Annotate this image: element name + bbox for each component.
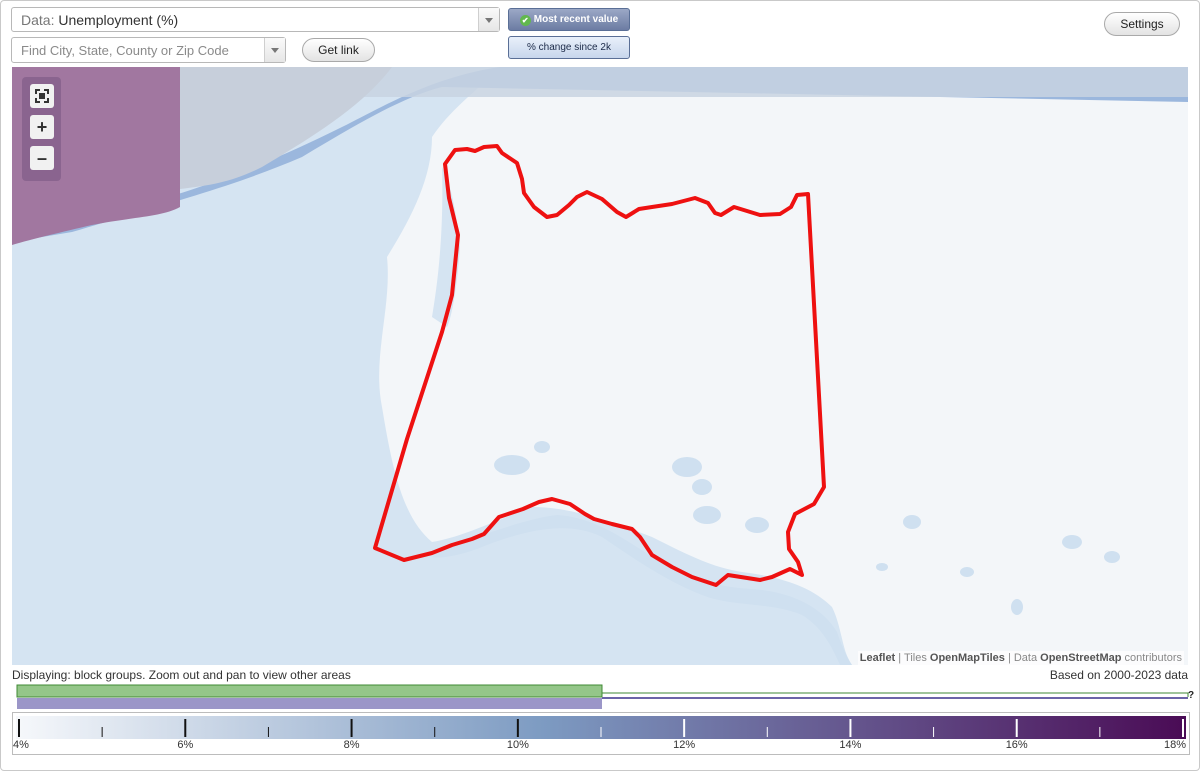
search-dropdown-icon[interactable] <box>264 38 285 62</box>
lake <box>876 563 888 571</box>
lake <box>903 515 921 529</box>
legend-gradient <box>16 716 1186 739</box>
map-tiles <box>12 67 1188 665</box>
search-input[interactable] <box>12 38 266 62</box>
zoom-control: + – <box>22 77 61 181</box>
checkmark-icon: ✔ <box>519 15 531 26</box>
lake <box>745 517 769 533</box>
lake <box>672 457 702 477</box>
openstreetmap-link[interactable]: OpenStreetMap <box>1040 652 1121 664</box>
settings-button[interactable]: Settings <box>1104 12 1180 36</box>
legend-tick-label: 14% <box>839 739 862 751</box>
distribution-green-bar <box>16 684 603 698</box>
attribution-sep-1: | Tiles <box>898 652 927 664</box>
lake <box>1011 599 1023 615</box>
chevron-down-icon[interactable] <box>478 8 499 31</box>
legend-tick-label: 4% <box>13 739 29 751</box>
lake <box>1062 535 1082 549</box>
unknown-marker: ? <box>1188 690 1194 701</box>
lake <box>960 567 974 577</box>
lake <box>693 506 721 524</box>
legend-tick-label: 6% <box>177 739 194 751</box>
lake <box>534 441 550 453</box>
legend-tick-label: 18% <box>1163 739 1186 751</box>
displaying-text: Displaying: block groups. Zoom out and p… <box>12 668 351 682</box>
most-recent-label: Most recent value <box>533 14 619 25</box>
legend-tick-label: 8% <box>343 739 360 751</box>
zoom-out-button[interactable]: – <box>30 146 54 170</box>
distribution-purple-bar <box>17 698 602 709</box>
map-view[interactable]: + – Leaflet | Tiles OpenMapTiles | Data … <box>12 67 1188 665</box>
map-attribution: Leaflet | Tiles OpenMapTiles | Data Open… <box>857 651 1184 665</box>
data-selected: Unemployment (%) <box>58 12 179 28</box>
data-prefix: Data: <box>21 12 55 28</box>
fullscreen-icon <box>35 89 49 103</box>
zoom-in-button[interactable]: + <box>30 115 54 139</box>
leaflet-link[interactable]: Leaflet <box>860 652 895 664</box>
lake <box>494 455 530 475</box>
lake <box>1104 551 1120 563</box>
lake <box>692 479 712 495</box>
data-selector[interactable]: Data: Unemployment (%) <box>11 7 500 32</box>
data-selector-text: Data: Unemployment (%) <box>21 12 178 28</box>
distribution-green-line <box>602 692 1189 697</box>
percent-change-button[interactable]: % change since 2k <box>508 36 630 59</box>
based-on-text: Based on 2000-2023 data <box>1049 668 1188 682</box>
most-recent-value-button[interactable]: ✔ Most recent value <box>508 8 630 31</box>
color-legend: 4% 6% 8% 10% 12% 14% 16% 18% <box>12 712 1190 755</box>
legend-tick-label: 16% <box>1005 739 1028 751</box>
distribution-bars: ? <box>16 684 1194 709</box>
attribution-contributors: contributors <box>1124 652 1182 664</box>
fullscreen-button[interactable] <box>30 84 54 108</box>
search-box[interactable] <box>11 37 286 63</box>
legend-tick-label: 10% <box>506 739 529 751</box>
openmaptiles-link[interactable]: OpenMapTiles <box>930 652 1005 664</box>
legend-tick-label: 12% <box>673 739 696 751</box>
get-link-button[interactable]: Get link <box>302 38 375 62</box>
attribution-sep-2: | Data <box>1007 652 1038 664</box>
